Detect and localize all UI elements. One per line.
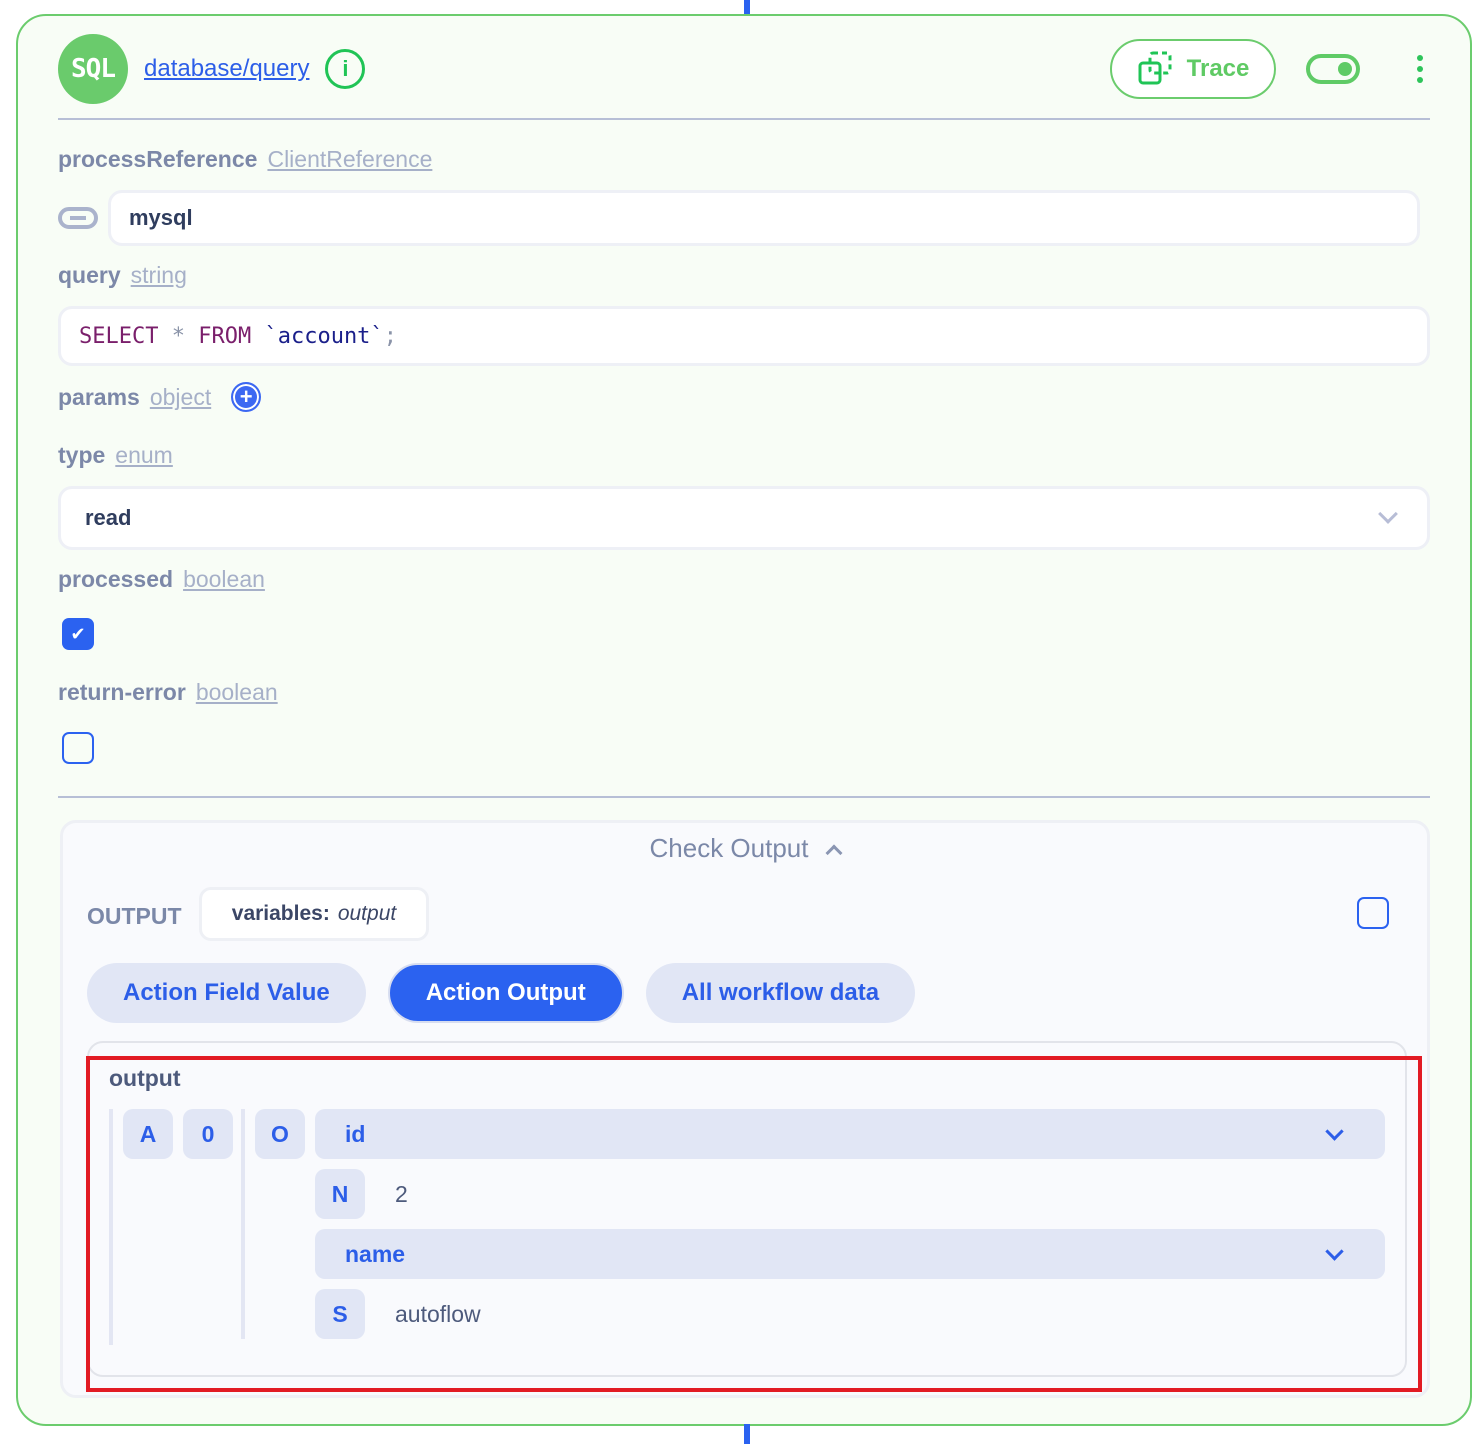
enable-toggle[interactable] — [1306, 54, 1360, 84]
chevron-down-icon — [1325, 1121, 1344, 1141]
output-label: OUTPUT — [87, 903, 182, 929]
return-error-checkbox[interactable] — [62, 732, 94, 764]
tab-all-workflow-data[interactable]: All workflow data — [645, 963, 916, 1023]
field-label-query: query string — [58, 262, 187, 289]
trace-button[interactable]: Trace — [1110, 39, 1276, 99]
type-link[interactable]: string — [131, 262, 187, 289]
tree-key-row[interactable]: name — [315, 1229, 1385, 1279]
tree-value: autoflow — [395, 1301, 481, 1327]
section-divider — [58, 796, 1430, 798]
info-icon[interactable]: i — [325, 49, 366, 89]
tree-root-label: output — [109, 1065, 181, 1091]
tree-key-row[interactable]: id — [315, 1109, 1385, 1159]
link-icon[interactable] — [58, 206, 98, 230]
plus-circle-icon[interactable]: + — [231, 382, 262, 412]
action-name-link[interactable]: database/query — [144, 55, 309, 83]
tree-value: 2 — [395, 1181, 408, 1207]
chevron-down-icon — [1378, 504, 1398, 524]
field-label-type: type enum — [58, 442, 173, 469]
field-label-processreference: processReference ClientReference — [58, 146, 433, 173]
field-label-return-error: return-error boolean — [58, 679, 278, 706]
processed-checkbox[interactable]: ✔ — [62, 618, 94, 650]
chevron-up-icon — [825, 844, 843, 862]
check-output-toggle[interactable]: Check Output — [63, 833, 1427, 864]
processreference-input[interactable]: mysql — [108, 190, 1420, 246]
connector-line-bottom — [744, 1424, 750, 1444]
header-divider — [58, 118, 1430, 120]
type-link[interactable]: object — [150, 384, 211, 411]
type-link[interactable]: enum — [115, 442, 173, 469]
connector-line-top — [744, 0, 750, 15]
tab-action-field-value[interactable]: Action Field Value — [87, 963, 366, 1023]
number-type-chip: N — [315, 1169, 365, 1219]
type-select[interactable]: read — [58, 486, 1430, 550]
type-link[interactable]: boolean — [196, 679, 278, 706]
tree-guide-line — [241, 1109, 245, 1339]
tree-guide-line — [109, 1109, 113, 1345]
action-node-card: SQL database/query i Trace processRefere… — [16, 14, 1472, 1426]
check-icon: ✔ — [70, 623, 86, 644]
trace-label: Trace — [1186, 55, 1250, 82]
chevron-down-icon — [1325, 1241, 1344, 1261]
check-output-panel: Check Output OUTPUT variables: output Ac… — [60, 820, 1430, 1398]
output-variable-chip[interactable]: variables: output — [199, 887, 429, 941]
field-label-params: params object + — [58, 382, 262, 412]
sql-logo-icon: SQL — [58, 34, 128, 104]
string-type-chip: S — [315, 1289, 365, 1339]
type-link[interactable]: boolean — [183, 566, 265, 593]
output-checkbox[interactable] — [1357, 897, 1389, 929]
object-type-chip[interactable]: O — [255, 1109, 305, 1159]
output-tree: output A 0 O id N 2 name S autoflow — [87, 1041, 1407, 1377]
index-chip[interactable]: 0 — [183, 1109, 233, 1159]
tab-action-output[interactable]: Action Output — [387, 963, 624, 1023]
query-editor[interactable]: SELECT * FROM `account`; — [58, 306, 1430, 366]
trace-icon — [1138, 51, 1172, 85]
output-tabs: Action Field Value Action Output All wor… — [87, 963, 916, 1023]
kebab-menu-icon[interactable] — [1410, 55, 1430, 83]
type-link[interactable]: ClientReference — [267, 146, 432, 173]
field-label-processed: processed boolean — [58, 566, 265, 593]
node-header: SQL database/query i Trace — [58, 34, 1430, 104]
array-type-chip[interactable]: A — [123, 1109, 173, 1159]
